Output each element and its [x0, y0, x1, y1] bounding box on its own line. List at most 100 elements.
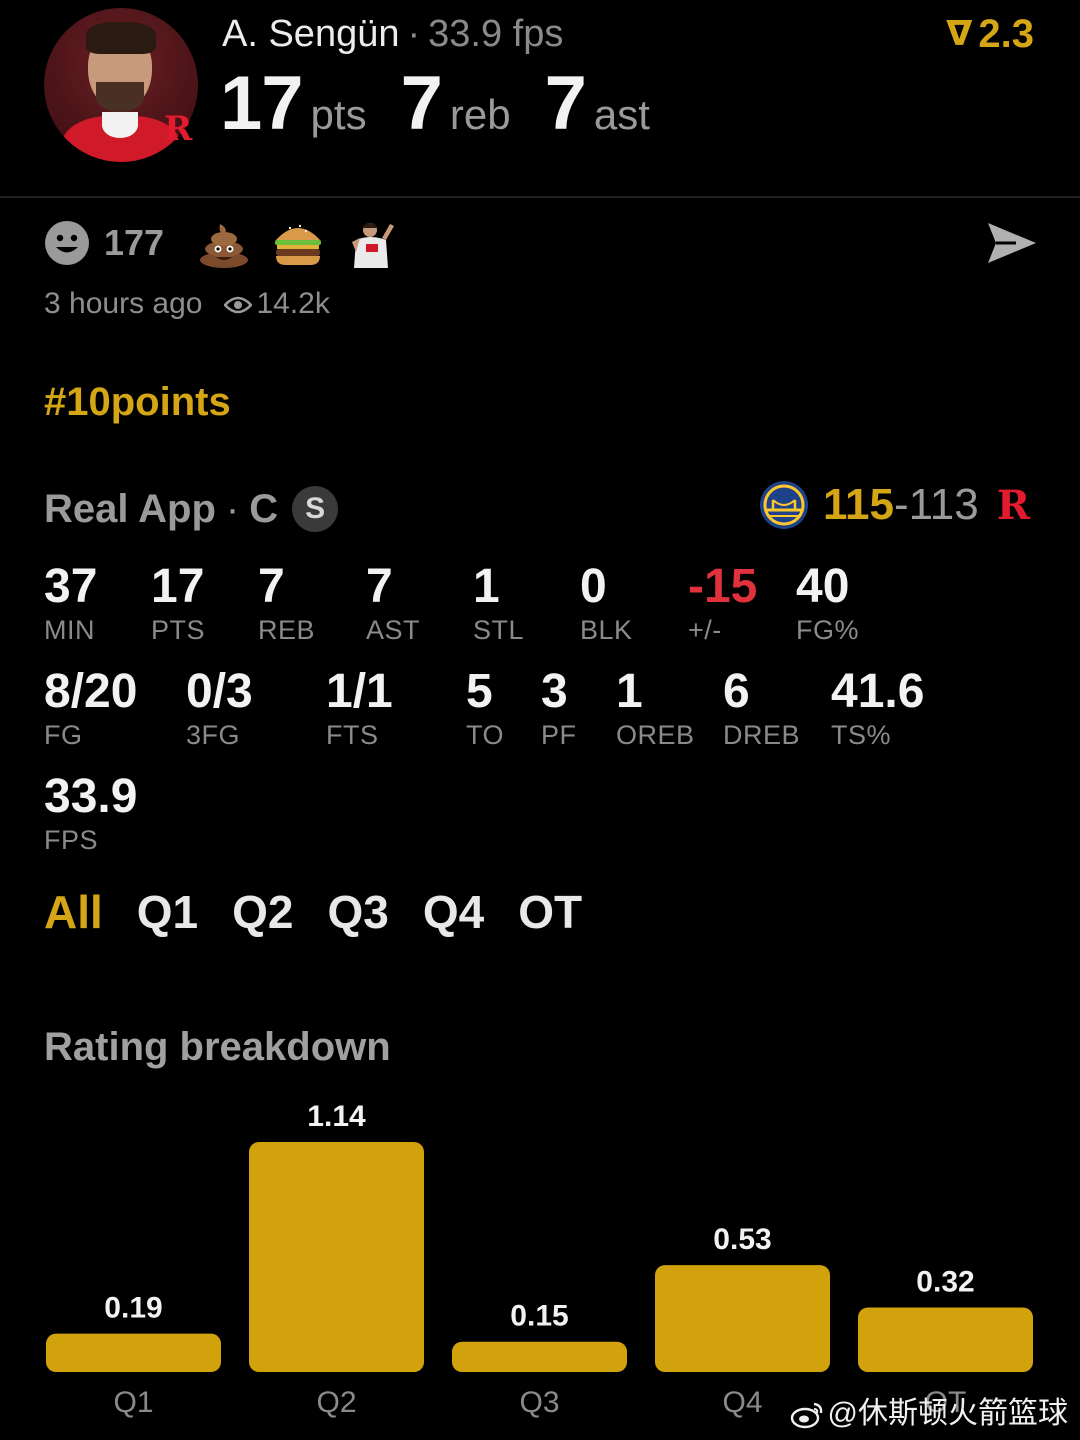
separator-dot: · [225, 487, 240, 531]
player-fps: 33.9 fps [428, 13, 564, 55]
stat-value: 33.9 [44, 770, 138, 823]
stat-value: 5 [466, 665, 493, 718]
stat-ast: 7 AST [366, 560, 420, 646]
game-score[interactable]: 115-113 R [759, 480, 1030, 536]
stat-label: AST [366, 615, 421, 645]
send-share-icon[interactable] [986, 220, 1038, 266]
player-name-line: A. Sengün · 33.9 fps [222, 12, 563, 56]
burger-emoji-icon[interactable] [272, 218, 324, 268]
stat-value: 1/1 [326, 665, 393, 718]
stat-3fg: 0/3 3FG [186, 665, 253, 751]
bar-value-label: 0.19 [104, 1292, 162, 1325]
stat-value: 1 [473, 560, 500, 613]
tab-q1[interactable]: Q1 [137, 886, 198, 938]
stat-fg-pct: 40 FG% [796, 560, 859, 646]
bar-value-label: 1.14 [307, 1100, 366, 1133]
stat-fts: 1/1 FTS [326, 665, 393, 751]
category-label: Q1 [113, 1386, 153, 1419]
stat-value: 3 [541, 665, 568, 718]
rating-breakdown-title: Rating breakdown [44, 1025, 391, 1069]
stat-value: 7 [258, 560, 285, 613]
stat-label: TO [466, 720, 505, 750]
headline-assists-value: 7 [544, 61, 587, 146]
avatar-beard [96, 82, 144, 112]
stat-label: BLK [580, 615, 633, 645]
player-sticker-icon[interactable] [346, 218, 398, 268]
bar-q4[interactable] [655, 1265, 830, 1372]
stat-ts-pct: 41.6 TS% [831, 665, 924, 751]
bar-q3[interactable] [452, 1341, 627, 1372]
stat-value: 17 [151, 560, 205, 613]
bar-value-label: 0.32 [916, 1265, 974, 1298]
tab-all[interactable]: All [44, 886, 103, 938]
stat-label: 3FG [186, 720, 241, 750]
bar-q1[interactable] [46, 1333, 221, 1372]
avatar-collar [102, 112, 138, 138]
rating-breakdown-chart: 0.19Q11.14Q20.15Q30.53Q40.32OT [46, 1100, 1033, 1419]
stat-label: PTS [151, 615, 206, 645]
bar-ot[interactable] [858, 1307, 1033, 1372]
tab-q3[interactable]: Q3 [328, 886, 389, 938]
stat-label: TS% [831, 720, 892, 750]
category-label: Q2 [316, 1386, 356, 1419]
rating-value: 2.3 [978, 12, 1034, 56]
stat-value: 37 [44, 560, 98, 613]
stat-plus-minus: -15 +/- [688, 560, 757, 646]
stat-label: FG% [796, 615, 860, 645]
starter-badge: S [292, 486, 339, 532]
smiley-reaction-icon[interactable] [44, 220, 90, 266]
stat-fps: 33.9 FPS [44, 770, 137, 856]
hashtag-link[interactable]: #10points [44, 378, 231, 426]
stat-oreb: 1 OREB [616, 665, 695, 751]
category-label: Q4 [722, 1386, 762, 1419]
stat-label: PF [541, 720, 577, 750]
headline-points-value: 17 [220, 61, 304, 146]
category-label: Q3 [519, 1386, 559, 1419]
headline-points-unit: pts [310, 91, 367, 138]
stat-label: FG [44, 720, 83, 750]
rockets-logo-icon: R [996, 481, 1030, 529]
stat-label: MIN [44, 615, 95, 645]
stat-label: FPS [44, 825, 99, 855]
stat-value: 1 [616, 665, 643, 718]
avatar-hair [86, 22, 156, 54]
rating-chevron-icon: ᐁ [946, 15, 973, 53]
stat-label: +/- [688, 615, 722, 645]
stat-value: 40 [796, 560, 850, 613]
bar-q2[interactable] [249, 1142, 424, 1372]
tab-ot[interactable]: OT [518, 886, 582, 938]
tab-q2[interactable]: Q2 [232, 886, 293, 938]
stat-pts: 17 PTS [151, 560, 205, 646]
stat-stl: 1 STL [473, 560, 524, 646]
tab-q4[interactable]: Q4 [423, 886, 484, 938]
stat-value: 6 [723, 665, 750, 718]
player-name[interactable]: A. Sengün [222, 13, 399, 55]
stat-pf: 3 PF [541, 665, 577, 751]
stat-value: 0/3 [186, 665, 253, 718]
headline-assists-unit: ast [593, 91, 650, 138]
reaction-count: 177 [104, 222, 165, 263]
player-header: R A. Sengün · 33.9 fps 17 pts 7 reb 7 ast ᐁ 2.3 [0, 0, 1080, 198]
quarter-tabs: All Q1 Q2 Q3 Q4 OT [44, 886, 616, 938]
post-meta: 3 hours ago 14.2k [44, 284, 330, 324]
game-source-line: Real App · C S [44, 484, 339, 534]
stat-label: OREB [616, 720, 695, 750]
eye-icon [224, 296, 253, 314]
stat-fg: 8/20 FG [44, 665, 137, 751]
headline-rebounds-value: 7 [400, 61, 443, 146]
stat-min: 37 MIN [44, 560, 97, 646]
score-dash: - [893, 480, 909, 529]
rating-badge[interactable]: ᐁ 2.3 [946, 12, 1034, 58]
stat-blk: 0 BLK [580, 560, 633, 646]
stat-value: 7 [366, 560, 393, 613]
away-score: 113 [908, 480, 979, 529]
stat-value: -15 [688, 560, 758, 613]
stat-reb: 7 REB [258, 560, 315, 646]
view-count: 14.2k [256, 287, 330, 320]
poop-emoji-icon[interactable] [198, 218, 250, 268]
player-position: C [249, 487, 279, 531]
stat-value: 0 [580, 560, 607, 613]
warriors-logo-icon [759, 481, 808, 529]
bar-value-label: 0.53 [713, 1223, 771, 1256]
stat-value: 41.6 [831, 665, 925, 718]
